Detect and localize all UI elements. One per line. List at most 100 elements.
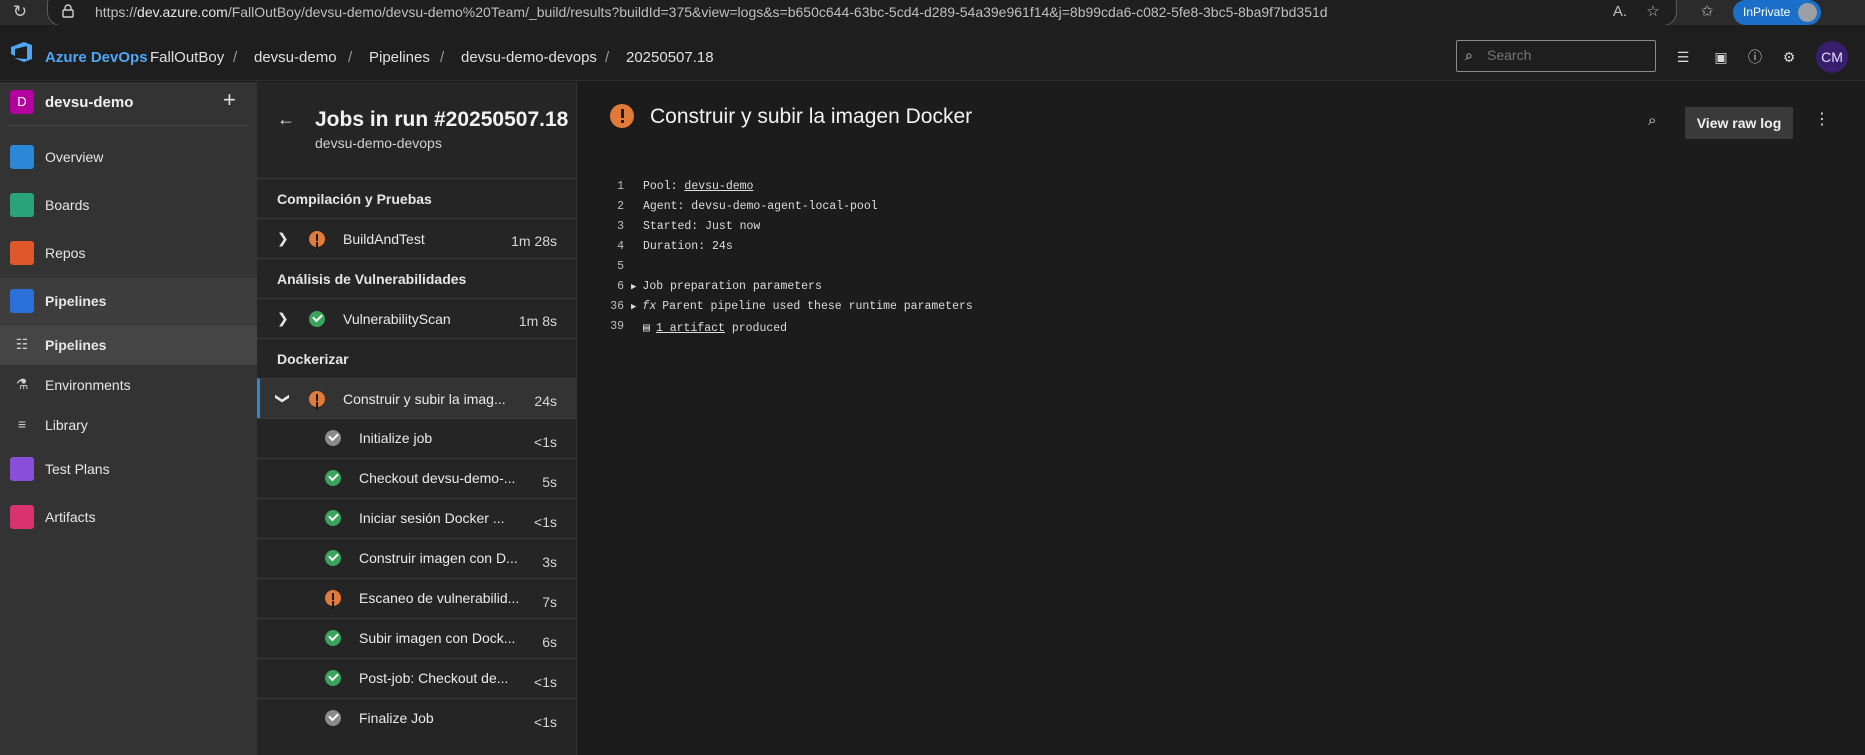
success-status-icon	[325, 510, 341, 526]
overview-icon	[10, 145, 34, 169]
function-icon: fx	[642, 300, 657, 313]
search-icon: ⌕	[1465, 47, 1473, 63]
refresh-icon[interactable]: ↻	[10, 2, 30, 22]
nav-label: Repos	[45, 245, 86, 261]
top-header: Azure DevOps FallOutBoy / devsu-demo / P…	[0, 25, 1865, 81]
search-input[interactable]	[1487, 47, 1637, 63]
pipelines-sub-icon: ☷	[15, 336, 29, 352]
read-aloud-icon[interactable]: A.	[1610, 2, 1630, 22]
add-icon[interactable]: +	[223, 87, 236, 113]
step-duration: 3s	[542, 554, 557, 570]
step-row[interactable]: Checkout devsu-demo-... 5s	[257, 458, 576, 498]
warning-status-icon	[325, 590, 341, 606]
pool-link[interactable]: devsu-demo	[684, 180, 753, 193]
environments-icon: ⚗	[15, 376, 29, 392]
line-number: 4	[617, 240, 624, 253]
line-number: 5	[617, 260, 624, 273]
azure-devops-logo-icon[interactable]	[10, 41, 34, 63]
expand-triangle-icon[interactable]: ▶	[631, 302, 636, 312]
step-row[interactable]: Iniciar sesión Docker ... <1s	[257, 498, 576, 538]
job-duration: 24s	[534, 393, 557, 409]
step-name: Iniciar sesión Docker ...	[359, 510, 505, 526]
log-text: Job preparation parameters	[642, 280, 822, 293]
breadcrumb-pipeline[interactable]: devsu-demo-devops	[461, 49, 597, 66]
nav-item-test-plans[interactable]: Test Plans	[0, 446, 257, 492]
step-row[interactable]: Construir imagen con D... 3s	[257, 538, 576, 578]
breadcrumb-separator: /	[440, 49, 445, 66]
warning-status-icon	[309, 231, 325, 247]
back-arrow-icon[interactable]: ←	[277, 109, 295, 130]
success-status-icon	[325, 670, 341, 686]
left-navigation: D devsu-demo + Overview Boards Repos Pip…	[0, 82, 257, 755]
artifact-icon: ▤	[643, 322, 650, 335]
artifact-link[interactable]: 1 artifact	[656, 322, 725, 335]
marketplace-icon[interactable]: ▣	[1711, 48, 1731, 68]
success-status-icon	[325, 470, 341, 486]
nav-item-repos[interactable]: Repos	[0, 230, 257, 276]
jobs-panel: ← Jobs in run #20250507.18 devsu-demo-de…	[257, 82, 577, 755]
browser-toolbar: ↻ https://dev.azure.com/FallOutBoy/devsu…	[0, 0, 1865, 26]
breadcrumb-separator: /	[233, 49, 238, 66]
artifacts-icon	[10, 505, 34, 529]
line-number: 1	[617, 180, 624, 193]
search-box[interactable]: ⌕	[1456, 40, 1656, 72]
favorite-star-icon[interactable]: ☆	[1643, 2, 1663, 22]
url-text[interactable]: https://dev.azure.com/FallOutBoy/devsu-d…	[95, 4, 1328, 20]
nav-item-artifacts[interactable]: Artifacts	[0, 494, 257, 540]
step-row[interactable]: Escaneo de vulnerabilid... 7s	[257, 578, 576, 618]
step-name: Escaneo de vulnerabilid...	[359, 590, 520, 606]
project-header[interactable]: D devsu-demo +	[8, 87, 248, 126]
nav-label: Boards	[45, 197, 90, 213]
success-status-icon	[309, 311, 325, 327]
jobs-subtitle: devsu-demo-devops	[315, 135, 442, 151]
help-icon[interactable]: ⓘ	[1745, 48, 1765, 68]
log-title: Construir y subir la imagen Docker	[650, 105, 973, 128]
repos-icon	[10, 241, 34, 265]
step-duration: <1s	[534, 434, 557, 450]
nav-item-boards[interactable]: Boards	[0, 182, 257, 228]
breadcrumb-org[interactable]: FallOutBoy	[150, 49, 224, 66]
skipped-status-icon	[325, 430, 341, 446]
user-settings-icon[interactable]: ⚙	[1779, 48, 1799, 68]
view-raw-log-button[interactable]: View raw log	[1685, 107, 1793, 139]
nav-item-overview[interactable]: Overview	[0, 134, 257, 180]
job-row-selected[interactable]: ❯ Construir y subir la imag... 24s	[257, 378, 576, 418]
nav-sub-pipelines[interactable]: ☷ Pipelines	[0, 325, 257, 365]
favorites-icon[interactable]: ✩	[1697, 2, 1717, 22]
step-row[interactable]: Finalize Job <1s	[257, 698, 576, 738]
more-options-icon[interactable]: ⋮	[1814, 109, 1830, 129]
stage-name: Análisis de Vulnerabilidades	[277, 271, 467, 287]
chevron-down-icon[interactable]: ❯	[274, 393, 291, 405]
nav-label: Pipelines	[45, 337, 107, 353]
step-duration: 6s	[542, 634, 557, 650]
chevron-right-icon[interactable]: ❯	[277, 310, 289, 327]
step-row[interactable]: Initialize job <1s	[257, 418, 576, 458]
line-number: 3	[617, 220, 624, 233]
inprivate-badge[interactable]: InPrivate	[1733, 0, 1821, 25]
nav-sub-library[interactable]: ≡ Library	[0, 405, 257, 445]
step-row[interactable]: Subir imagen con Dock... 6s	[257, 618, 576, 658]
nav-item-pipelines[interactable]: Pipelines	[0, 278, 257, 324]
step-row[interactable]: Post-job: Checkout de... <1s	[257, 658, 576, 698]
brand-link[interactable]: Azure DevOps	[45, 49, 148, 66]
line-number: 6	[617, 280, 624, 293]
breadcrumb-run[interactable]: 20250507.18	[626, 49, 714, 66]
nav-sub-environments[interactable]: ⚗ Environments	[0, 365, 257, 405]
search-icon[interactable]: ⌕	[1648, 112, 1656, 129]
job-row[interactable]: ❯ BuildAndTest 1m 28s	[257, 218, 576, 258]
project-name[interactable]: devsu-demo	[45, 94, 133, 111]
profile-avatar	[1798, 3, 1817, 22]
user-avatar[interactable]: CM	[1816, 41, 1848, 73]
breadcrumb-pipelines[interactable]: Pipelines	[369, 49, 430, 66]
project-avatar: D	[10, 90, 34, 114]
step-name: Subir imagen con Dock...	[359, 630, 516, 646]
log-text: produced	[724, 322, 788, 335]
expand-triangle-icon[interactable]: ▶	[631, 282, 636, 292]
test-plans-icon	[10, 457, 34, 481]
stage-name: Dockerizar	[277, 351, 349, 367]
chevron-right-icon[interactable]: ❯	[277, 230, 289, 247]
breadcrumb-project[interactable]: devsu-demo	[254, 49, 337, 66]
job-row[interactable]: ❯ VulnerabilityScan 1m 8s	[257, 298, 576, 338]
job-name: VulnerabilityScan	[343, 311, 451, 327]
work-items-icon[interactable]: ☰	[1673, 48, 1693, 68]
